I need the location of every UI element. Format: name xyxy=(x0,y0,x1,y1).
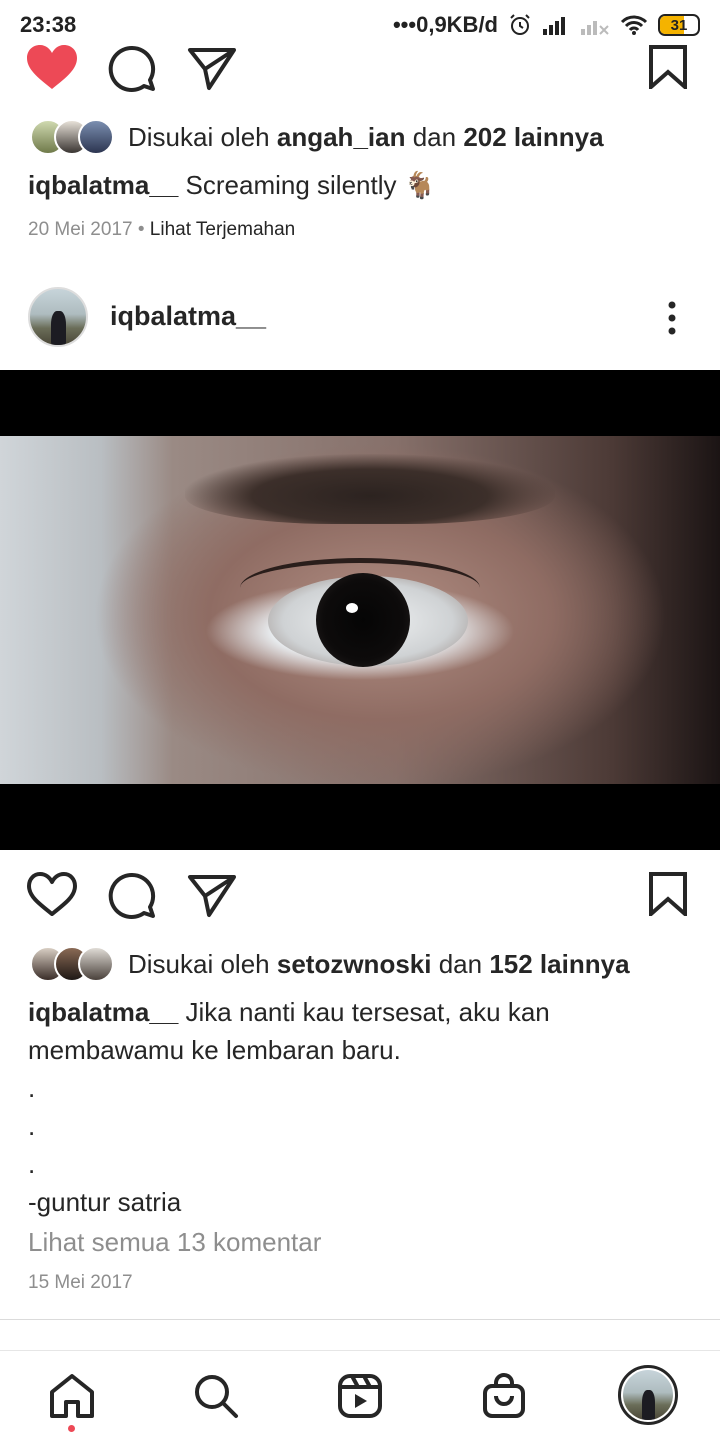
signal-2-icon xyxy=(581,21,609,35)
translate-link[interactable]: Lihat Terjemahan xyxy=(150,219,295,240)
avatar xyxy=(78,119,114,155)
active-indicator xyxy=(68,1425,75,1432)
eye-photo xyxy=(0,436,720,784)
comment-icon[interactable] xyxy=(107,45,157,93)
liker-avatars xyxy=(30,119,114,155)
reels-icon[interactable] xyxy=(336,1372,384,1420)
share-icon[interactable] xyxy=(187,47,237,91)
avatar[interactable] xyxy=(28,287,88,347)
meta-separator: • xyxy=(137,219,145,240)
status-icons: •••0,9KB/d 31 xyxy=(393,12,700,38)
post-date: 20 Mei 2017 xyxy=(28,219,133,240)
liker-avatars xyxy=(30,946,114,982)
caption-line-1: Jika nanti kau tersesat, aku kan xyxy=(185,997,550,1027)
post-username[interactable]: iqbalatma__ xyxy=(110,301,266,332)
heart-icon[interactable] xyxy=(27,872,77,918)
status-time: 23:38 xyxy=(20,12,77,37)
post-image[interactable] xyxy=(0,370,720,850)
liker-username[interactable]: setozwnoski xyxy=(277,949,432,979)
caption-line-3: -guntur satria xyxy=(28,1187,182,1217)
wifi-icon xyxy=(620,15,648,35)
post-date: 15 Mei 2017 xyxy=(28,1272,133,1293)
caption-line-2: membawamu ke lembaran baru. xyxy=(28,1035,401,1065)
post2-caption: iqbalatma__ Jika nanti kau tersesat, aku… xyxy=(28,993,692,1221)
caption-username[interactable]: iqbalatma__ xyxy=(28,997,178,1027)
view-comments-link[interactable]: Lihat semua 13 komentar xyxy=(28,1223,692,1261)
likes-count[interactable]: 202 lainnya xyxy=(463,122,603,152)
battery-icon: 31 xyxy=(658,14,700,36)
divider xyxy=(0,1319,720,1320)
more-options-icon[interactable] xyxy=(660,300,684,336)
share-icon[interactable] xyxy=(187,874,237,918)
network-speed: •••0,9KB/d xyxy=(392,12,498,37)
shop-icon[interactable] xyxy=(480,1372,528,1420)
caption-dot: . xyxy=(28,1111,36,1141)
likes-text: Disukai oleh setozwnoski dan 152 lainnya xyxy=(128,948,630,979)
caption-dot: . xyxy=(28,1149,36,1179)
caption-dot: . xyxy=(28,1073,36,1103)
profile-avatar[interactable] xyxy=(618,1365,678,1425)
heart-filled-icon[interactable] xyxy=(27,45,77,91)
post1-caption: iqbalatma__ Screaming silently 🐐 xyxy=(28,166,692,204)
liker-username[interactable]: angah_ian xyxy=(277,122,406,152)
avatar xyxy=(78,946,114,982)
bookmark-icon[interactable] xyxy=(648,872,688,916)
post1-meta: 20 Mei 2017 • Lihat Terjemahan xyxy=(28,219,295,241)
bookmark-icon[interactable] xyxy=(648,45,688,89)
home-icon[interactable] xyxy=(48,1372,96,1420)
signal-icon xyxy=(543,17,565,35)
caption-username[interactable]: iqbalatma__ xyxy=(28,170,178,200)
likes-text: Disukai oleh angah_ian dan 202 lainnya xyxy=(128,121,604,152)
status-bar: 23:38 •••0,9KB/d 31 xyxy=(0,0,720,50)
caption-text: Screaming silently 🐐 xyxy=(185,170,437,200)
comment-icon[interactable] xyxy=(107,872,157,920)
search-icon[interactable] xyxy=(192,1372,240,1420)
alarm-icon xyxy=(510,14,530,35)
post2-likes-row[interactable]: Disukai oleh setozwnoski dan 152 lainnya xyxy=(30,944,630,984)
likes-count[interactable]: 152 lainnya xyxy=(489,949,629,979)
post1-likes-row[interactable]: Disukai oleh angah_ian dan 202 lainnya xyxy=(30,117,604,157)
post-header: iqbalatma__ xyxy=(0,285,720,351)
